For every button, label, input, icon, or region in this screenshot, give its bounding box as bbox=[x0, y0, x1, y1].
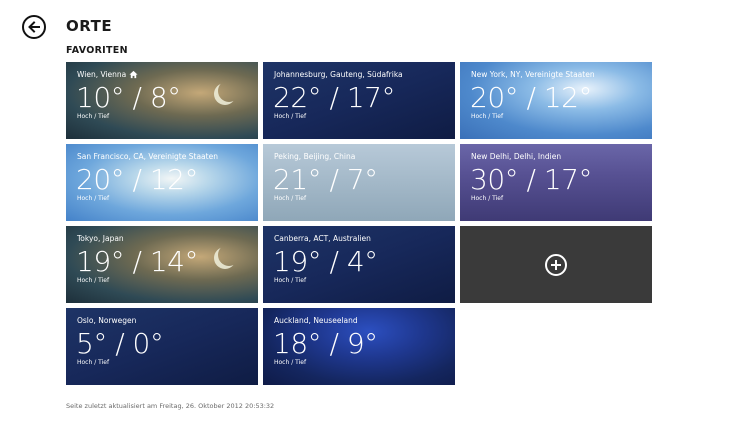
tile-temperature: 30° / 17° bbox=[470, 163, 593, 196]
add-location-tile[interactable] bbox=[460, 226, 652, 303]
tile-city-name: Auckland, Neuseeland bbox=[274, 316, 358, 325]
tile-wien[interactable]: Wien, Vienna 10° / 8° Hoch / Tief bbox=[66, 62, 258, 139]
tile-city-name: Peking, Beijing, China bbox=[274, 152, 356, 161]
tile-high-low-label: Hoch / Tief bbox=[274, 195, 307, 202]
add-circle-icon bbox=[545, 253, 567, 276]
tile-high-low-label: Hoch / Tief bbox=[274, 113, 307, 120]
tile-temperature: 20° / 12° bbox=[76, 163, 199, 196]
tile-oslo[interactable]: Oslo, Norwegen 5° / 0° Hoch / Tief bbox=[66, 308, 258, 385]
tile-high-low-label: Hoch / Tief bbox=[471, 113, 504, 120]
tile-auckland[interactable]: Auckland, Neuseeland 18° / 9° Hoch / Tie… bbox=[263, 308, 455, 385]
moon-decoration bbox=[218, 80, 240, 102]
tile-city-name: Oslo, Norwegen bbox=[77, 316, 137, 325]
section-title-favorites: FAVORITEN bbox=[66, 45, 128, 56]
back-arrow-icon bbox=[28, 21, 40, 33]
tile-high-low-label: Hoch / Tief bbox=[471, 195, 504, 202]
tile-high-low-label: Hoch / Tief bbox=[77, 277, 110, 284]
home-icon bbox=[129, 70, 138, 79]
tile-temperature: 20° / 12° bbox=[470, 81, 593, 114]
tile-city-name: New York, NY, Vereinigte Staaten bbox=[471, 70, 595, 79]
tile-city-name: Canberra, ACT, Australien bbox=[274, 234, 371, 243]
tile-city-name: San Francisco, CA, Vereinigte Staaten bbox=[77, 152, 218, 161]
moon-decoration bbox=[218, 244, 240, 266]
tile-temperature: 21° / 7° bbox=[273, 163, 378, 196]
tile-city-name: New Delhi, Delhi, Indien bbox=[471, 152, 562, 161]
tile-new-delhi[interactable]: New Delhi, Delhi, Indien 30° / 17° Hoch … bbox=[460, 144, 652, 221]
tile-high-low-label: Hoch / Tief bbox=[274, 359, 307, 366]
last-updated-text: Seite zuletzt aktualisiert am Freitag, 2… bbox=[66, 402, 275, 410]
back-button[interactable] bbox=[22, 15, 46, 39]
tile-high-low-label: Hoch / Tief bbox=[274, 277, 307, 284]
tile-city-name: Tokyo, Japan bbox=[77, 234, 124, 243]
tile-tokyo[interactable]: Tokyo, Japan 19° / 14° Hoch / Tief bbox=[66, 226, 258, 303]
tile-new-york[interactable]: New York, NY, Vereinigte Staaten 20° / 1… bbox=[460, 62, 652, 139]
page-title: ORTE bbox=[66, 17, 113, 35]
tile-johannesburg[interactable]: Johannesburg, Gauteng, Südafrika 22° / 1… bbox=[263, 62, 455, 139]
tile-temperature: 10° / 8° bbox=[76, 81, 181, 114]
tile-canberra[interactable]: Canberra, ACT, Australien 19° / 4° Hoch … bbox=[263, 226, 455, 303]
tile-temperature: 18° / 9° bbox=[273, 327, 378, 360]
favorites-grid: Wien, Vienna 10° / 8° Hoch / Tief Johann… bbox=[66, 62, 652, 385]
tile-high-low-label: Hoch / Tief bbox=[77, 359, 110, 366]
tile-high-low-label: Hoch / Tief bbox=[77, 113, 110, 120]
tile-temperature: 22° / 17° bbox=[273, 81, 396, 114]
tile-temperature: 19° / 14° bbox=[76, 245, 199, 278]
tile-city-name: Johannesburg, Gauteng, Südafrika bbox=[274, 70, 403, 79]
tile-temperature: 19° / 4° bbox=[273, 245, 378, 278]
tile-city-row: Wien, Vienna bbox=[77, 70, 138, 79]
tile-high-low-label: Hoch / Tief bbox=[77, 195, 110, 202]
tile-city-name: Wien, Vienna bbox=[77, 70, 127, 79]
tile-san-francisco[interactable]: San Francisco, CA, Vereinigte Staaten 20… bbox=[66, 144, 258, 221]
tile-temperature: 5° / 0° bbox=[76, 327, 164, 360]
tile-peking[interactable]: Peking, Beijing, China 21° / 7° Hoch / T… bbox=[263, 144, 455, 221]
